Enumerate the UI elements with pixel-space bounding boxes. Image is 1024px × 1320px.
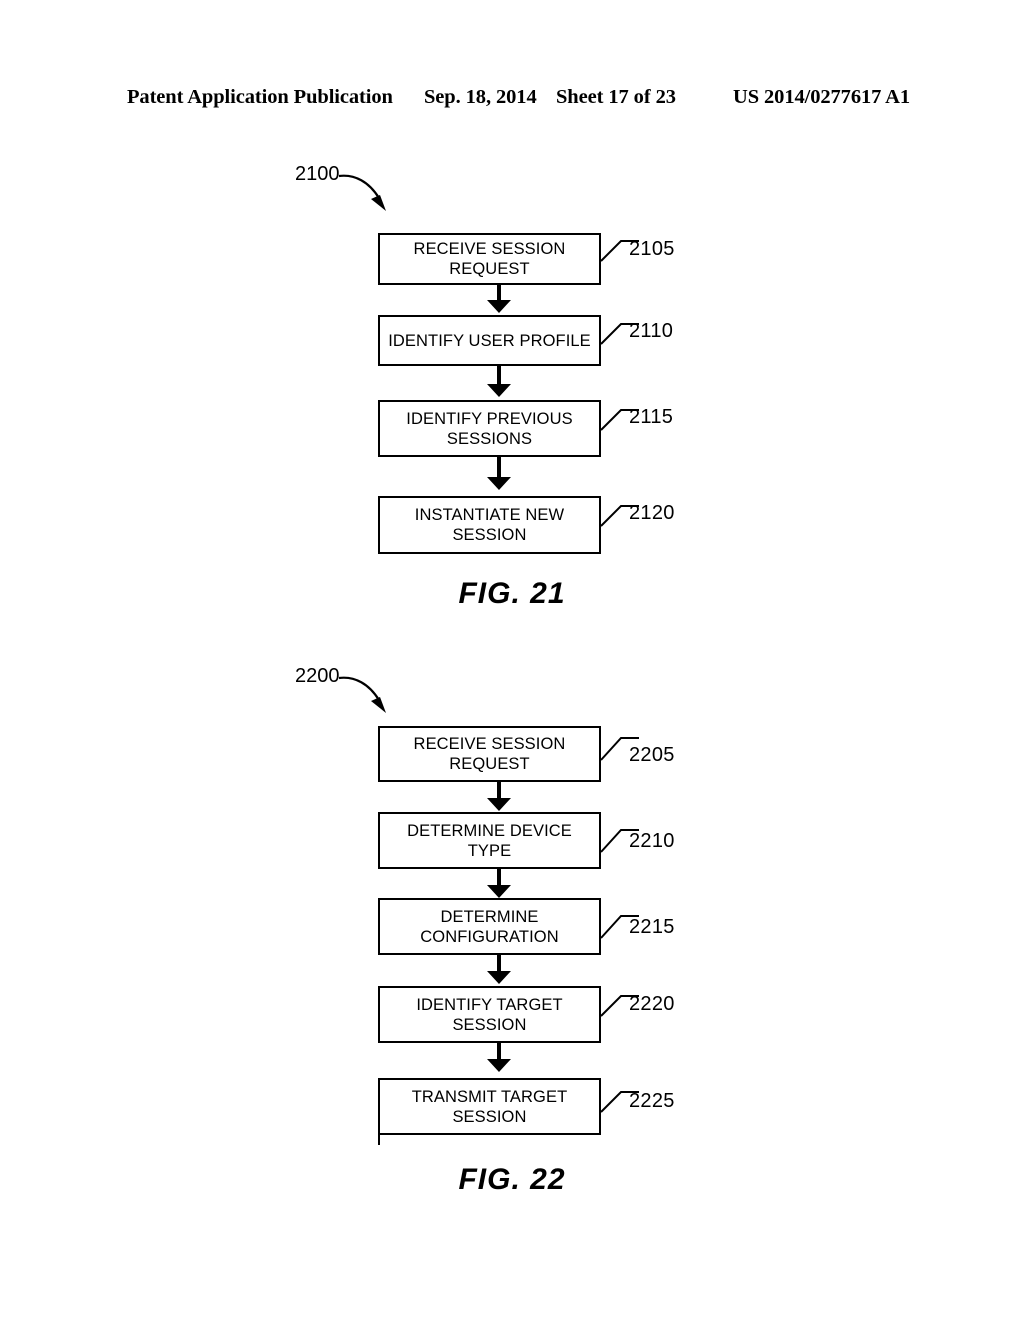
trailing-stub-line bbox=[378, 1135, 381, 1145]
reference-number-2210: 2210 bbox=[629, 830, 675, 852]
diagram-reference-2200: 2200 bbox=[295, 665, 340, 687]
flow-step-line: RECEIVE SESSION bbox=[413, 735, 566, 753]
flow-step-line: SESSION bbox=[452, 1015, 527, 1034]
connector-arrowhead-icon bbox=[487, 1059, 511, 1072]
flow-step-identify-target-session[interactable]: IDENTIFY TARGET SESSION bbox=[378, 986, 601, 1043]
connector-arrowhead-icon bbox=[487, 798, 511, 811]
flow-step-line: CONFIGURATION bbox=[420, 927, 559, 946]
flow-step-line: DETERMINE bbox=[440, 907, 539, 926]
flow-step-determine-configuration[interactable]: DETERMINE CONFIGURATION bbox=[378, 898, 601, 955]
flow-step-line: IDENTIFY TARGET bbox=[416, 995, 563, 1014]
flow-step-determine-device-type[interactable]: DETERMINE DEVICE TYPE bbox=[378, 812, 601, 869]
flow-step-line: TYPE bbox=[467, 841, 512, 860]
reference-number-2205: 2205 bbox=[629, 744, 675, 766]
flow-step-line: SESSION bbox=[452, 1107, 527, 1126]
flow-step-line: REQUEST bbox=[449, 755, 530, 773]
flow-step-receive-session-request-2[interactable]: RECEIVE SESSION REQUEST bbox=[378, 726, 601, 782]
reference-number-2220: 2220 bbox=[629, 993, 675, 1015]
diagram-reference-arrow-2200 bbox=[338, 676, 386, 713]
flow-step-transmit-target-session[interactable]: TRANSMIT TARGET SESSION bbox=[378, 1078, 601, 1135]
figure-22: 2200 RECEIVE SESSION REQUEST 2205 DETERM… bbox=[0, 0, 1024, 1196]
flow-step-line: TRANSMIT TARGET bbox=[411, 1087, 568, 1106]
figure-caption-22: FIG. 22 bbox=[458, 1163, 566, 1196]
flow-step-line: DETERMINE DEVICE bbox=[407, 821, 572, 840]
connector-arrowhead-icon bbox=[487, 885, 511, 898]
reference-number-2225: 2225 bbox=[629, 1090, 675, 1112]
connector-arrowhead-icon bbox=[487, 971, 511, 984]
reference-number-2215: 2215 bbox=[629, 916, 675, 938]
